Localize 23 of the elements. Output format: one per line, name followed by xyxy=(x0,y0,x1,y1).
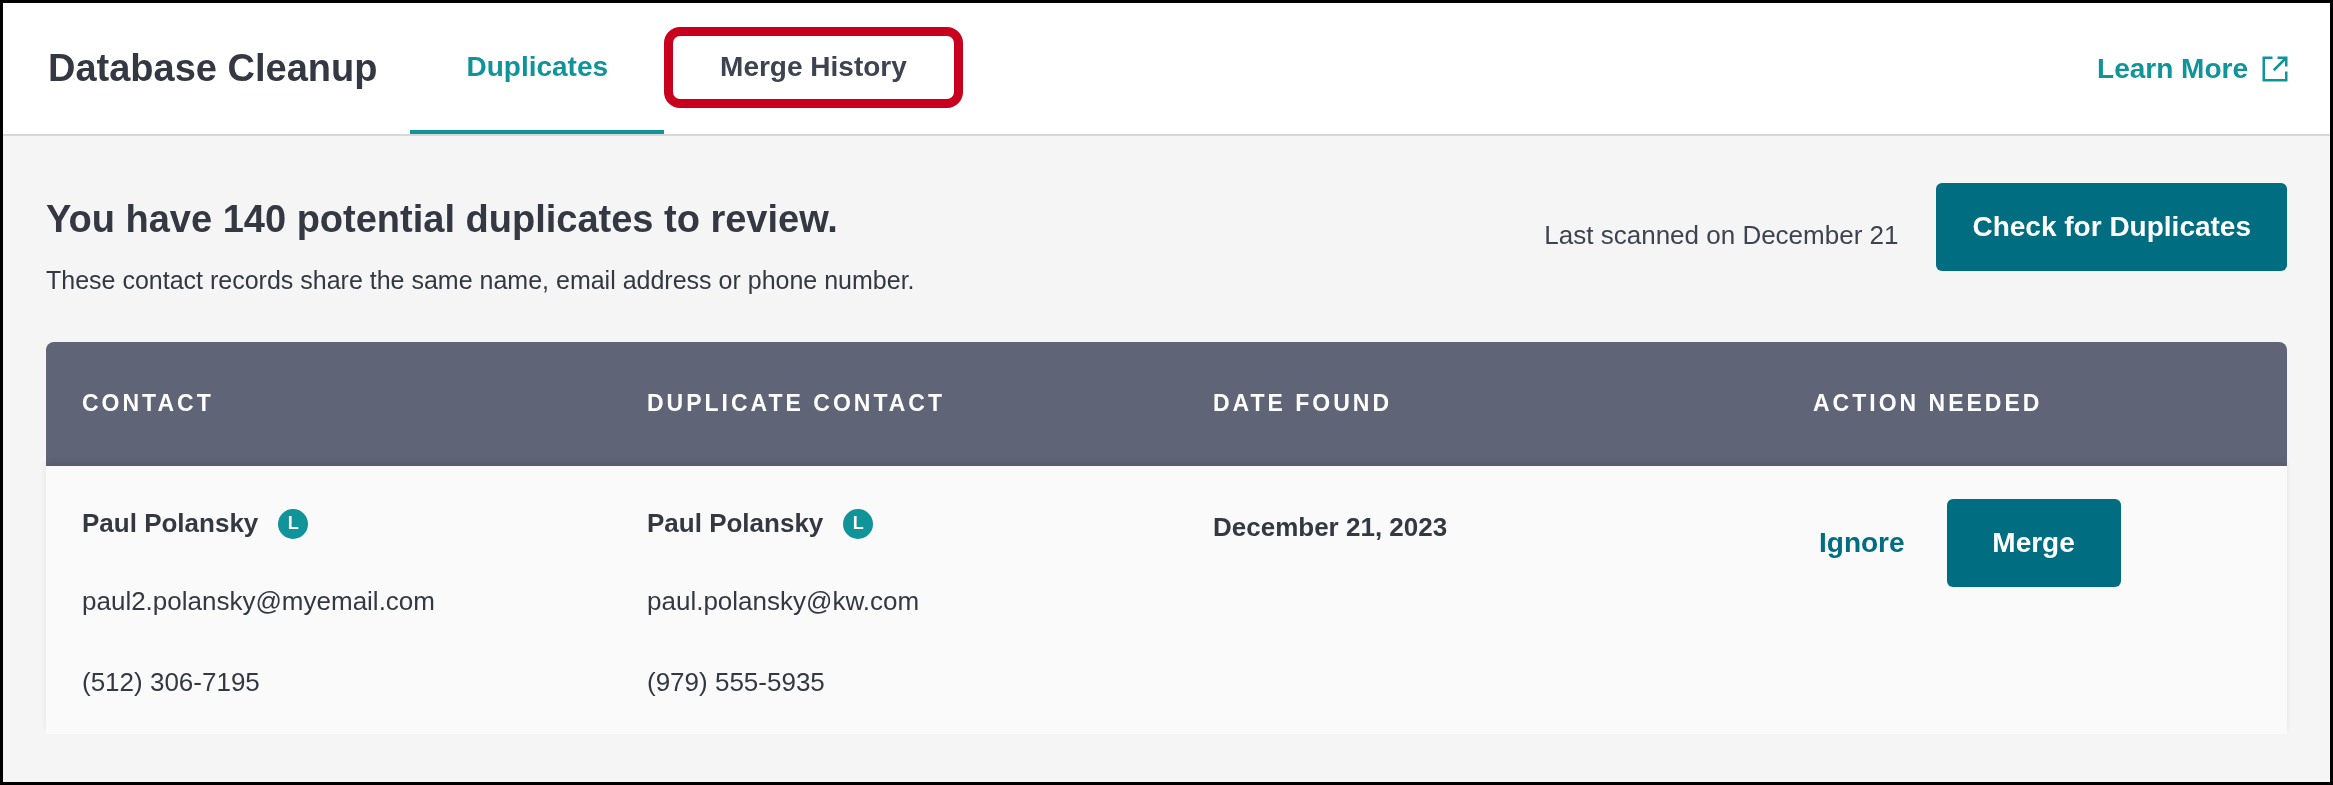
summary-heading: You have 140 potential duplicates to review. xyxy=(46,197,839,242)
lead-badge: L xyxy=(278,508,309,539)
ignore-link[interactable]: Ignore xyxy=(1819,521,1905,564)
date-found: December 21, 2023 xyxy=(1213,510,1449,544)
merge-button[interactable]: Merge xyxy=(1946,498,2121,587)
last-scanned-text: Last scanned on December 21 xyxy=(1544,219,1899,252)
column-header: DATE FOUND xyxy=(1213,389,1394,419)
lead-badge: L xyxy=(843,508,874,539)
learn-more-link[interactable]: Learn More xyxy=(2097,47,2290,90)
column-header: CONTACT xyxy=(82,389,215,419)
contact-email: paul2.polansky@myemail.com xyxy=(82,584,436,618)
column-header: ACTION NEEDED xyxy=(1813,389,2044,419)
tab[interactable]: Merge History xyxy=(664,3,963,134)
column-header: DUPLICATE CONTACT xyxy=(647,389,946,419)
contact-name: Paul Polansky xyxy=(82,507,259,540)
contact-phone: (512) 306-7195 xyxy=(82,665,261,699)
page-title: Database Cleanup xyxy=(48,46,378,91)
tab[interactable]: Duplicates xyxy=(410,3,665,134)
contact-phone: (979) 555-5935 xyxy=(647,665,826,699)
summary-description: These contact records share the same name, email address or phone number. xyxy=(46,265,915,296)
check-duplicates-button[interactable]: Check for Duplicates xyxy=(1936,183,2287,271)
contact-email: paul.polansky@kw.com xyxy=(647,584,921,618)
contact-name: Paul Polansky xyxy=(647,507,824,540)
